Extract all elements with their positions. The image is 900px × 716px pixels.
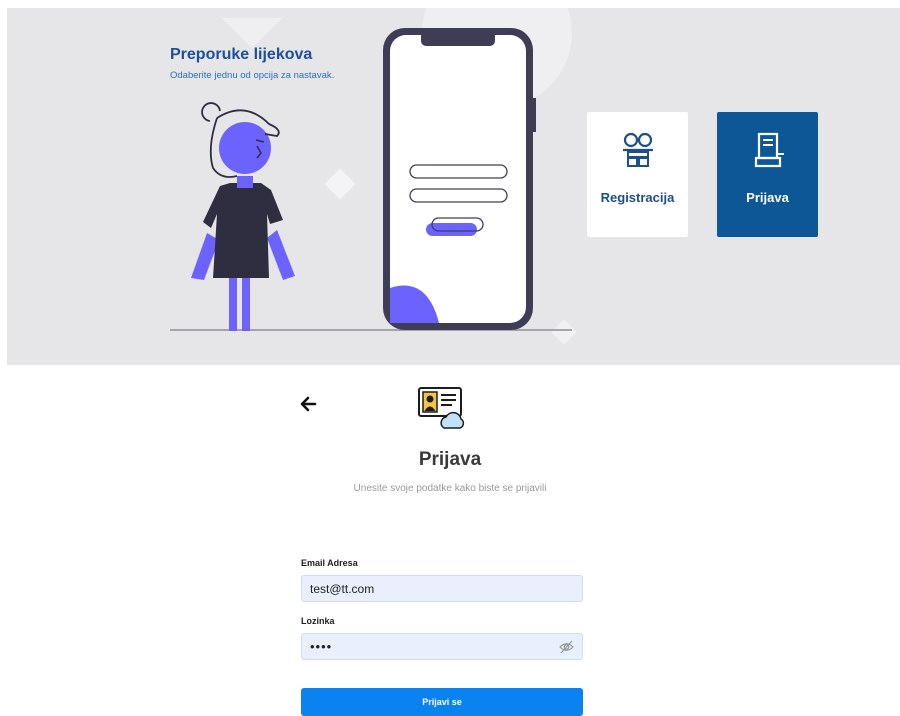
login-document-icon [717,130,818,175]
email-input[interactable] [310,576,550,601]
login-title: Prijava [418,449,482,470]
id-card-cloud-icon [418,387,468,436]
arrow-left-icon [298,396,320,419]
email-field[interactable] [301,575,583,602]
password-field[interactable] [301,633,583,660]
login-option-card[interactable]: Prijava [717,112,818,237]
glasses-books-icon [587,130,688,175]
back-button[interactable] [298,393,320,415]
login-submit-button[interactable]: Prijavi se [301,688,583,716]
hero-title: Preporuke lijekova [170,46,313,63]
password-label: Lozinka [301,616,335,626]
eye-slash-icon[interactable] [559,640,574,659]
hero-subtitle: Odaberite jednu od opcija za nastavak. [170,70,335,81]
registration-option-card[interactable]: Registracija [587,112,688,237]
login-option-label: Prijava [746,190,789,205]
login-subtitle: Unesite svoje podatke kako biste se prij… [353,483,547,494]
password-input[interactable] [310,634,550,659]
hero-banner: Preporuke lijekova Odaberite jednu od op… [7,8,900,365]
registration-option-label: Registracija [600,190,675,205]
email-label: Email Adresa [301,558,358,568]
